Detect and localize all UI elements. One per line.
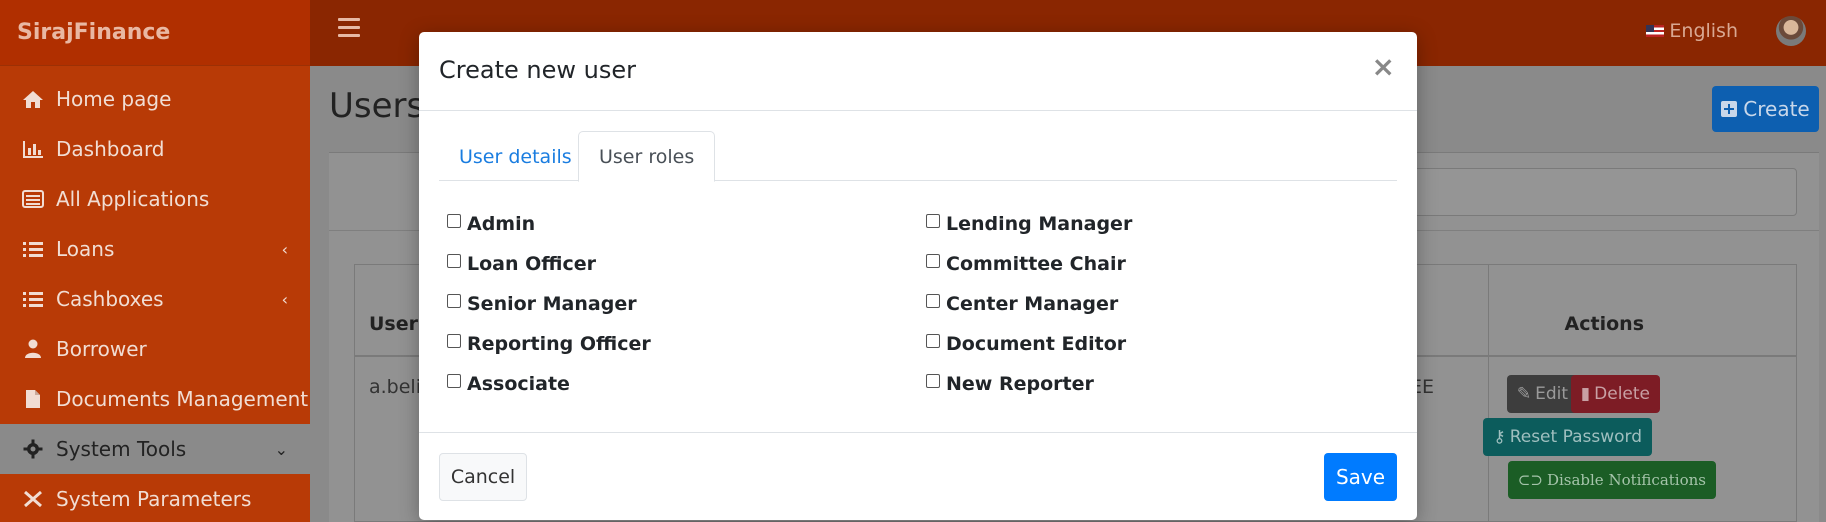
role-label: Senior Manager [467, 293, 637, 315]
edit-button[interactable]: ✎ Edit [1506, 375, 1578, 413]
role-label: Loan Officer [467, 253, 596, 275]
role-checkbox[interactable] [447, 254, 461, 268]
sidebar-item-label: All Applications [56, 187, 210, 211]
create-button[interactable]: Create [1712, 86, 1819, 132]
chevron-down-icon: ⌄ [274, 439, 288, 459]
wrench-icon [20, 488, 46, 510]
modal-tabs: User details User roles [439, 131, 1397, 182]
trash-icon: ▮ [1580, 384, 1591, 404]
role-checkbox[interactable] [926, 294, 940, 308]
role-label: Associate [467, 373, 570, 395]
sidebar-item-cashboxes[interactable]: Cashboxes ‹ [0, 274, 310, 324]
reset-password-label: Reset Password [1509, 427, 1642, 447]
column-header-actions: Actions [1564, 313, 1644, 335]
list-alt-icon [20, 188, 46, 210]
role-checkbox[interactable] [447, 374, 461, 388]
sidebar-item-label: System Tools [56, 437, 187, 461]
create-button-label: Create [1743, 97, 1810, 121]
modal-title: Create new user [439, 56, 636, 84]
chevron-left-icon: ‹ [281, 239, 288, 259]
bar-chart-icon [20, 138, 46, 160]
list-icon [20, 288, 46, 310]
modal-header: Create new user × [419, 32, 1417, 111]
edit-button-label: Edit [1535, 384, 1568, 404]
role-label: Document Editor [946, 333, 1127, 355]
sidebar-item-system-tools[interactable]: System Tools ⌄ [0, 424, 310, 474]
create-user-modal: Create new user × User details User role… [419, 32, 1417, 520]
role-label: Reporting Officer [467, 333, 651, 355]
reset-password-button[interactable]: ⚷ Reset Password [1483, 418, 1652, 456]
role-checkbox[interactable] [926, 374, 940, 388]
plus-square-icon [1721, 101, 1738, 117]
delete-button-label: Delete [1594, 384, 1650, 404]
chevron-left-icon: ‹ [281, 289, 288, 309]
sidebar-item-label: Borrower [56, 337, 147, 361]
role-reporting-officer[interactable]: Reporting Officer [447, 333, 651, 355]
role-checkbox[interactable] [926, 214, 940, 228]
cancel-button[interactable]: Cancel [439, 453, 527, 501]
role-label: Admin [467, 213, 536, 235]
close-icon[interactable]: × [1372, 50, 1395, 83]
role-label: Center Manager [946, 293, 1119, 315]
sidebar-item-label: Dashboard [56, 137, 165, 161]
role-label: Committee Chair [946, 253, 1126, 275]
tab-user-details[interactable]: User details [439, 131, 592, 182]
role-new-reporter[interactable]: New Reporter [926, 373, 1094, 395]
role-associate[interactable]: Associate [447, 373, 570, 395]
role-checkbox[interactable] [447, 334, 461, 348]
sidebar-item-loans[interactable]: Loans ‹ [0, 224, 310, 274]
sidebar-item-system-parameters[interactable]: System Parameters [0, 474, 310, 522]
role-checkbox[interactable] [926, 254, 940, 268]
role-center-manager[interactable]: Center Manager [926, 293, 1118, 315]
role-senior-manager[interactable]: Senior Manager [447, 293, 637, 315]
home-icon [20, 88, 46, 110]
key-icon: ⚷ [1493, 427, 1506, 447]
role-committee-chair[interactable]: Committee Chair [926, 253, 1126, 275]
role-checkbox[interactable] [926, 334, 940, 348]
language-selector[interactable]: English [1646, 20, 1738, 42]
us-flag-icon [1646, 25, 1665, 37]
role-checkbox[interactable] [447, 214, 461, 228]
disable-notifications-label: Disable Notifications [1546, 471, 1706, 489]
avatar[interactable] [1776, 16, 1806, 46]
sidebar-item-label: System Parameters [56, 487, 252, 511]
sidebar-item-label: Documents Management [56, 387, 309, 411]
role-document-editor[interactable]: Document Editor [926, 333, 1126, 355]
pencil-icon: ✎ [1516, 384, 1532, 404]
page-title: Users [329, 86, 425, 126]
sidebar-item-documents-management[interactable]: Documents Management [0, 374, 310, 424]
role-admin[interactable]: Admin [447, 213, 535, 235]
sidebar-item-label: Cashboxes [56, 287, 164, 311]
language-label: English [1669, 20, 1738, 42]
user-icon [20, 338, 46, 360]
disable-notifications-button[interactable]: ⊂⊃ Disable Notifications [1507, 461, 1716, 499]
role-checkbox[interactable] [447, 294, 461, 308]
brand-logo[interactable]: SirajFinance [0, 0, 310, 66]
sidebar-item-dashboard[interactable]: Dashboard [0, 124, 310, 174]
sidebar-item-home[interactable]: Home page [0, 74, 310, 124]
save-button[interactable]: Save [1324, 453, 1397, 501]
sidebar-item-label: Loans [56, 237, 115, 261]
sidebar: SirajFinance Home page Dashboard All App… [0, 0, 310, 522]
role-loan-officer[interactable]: Loan Officer [447, 253, 596, 275]
search-input[interactable] [1387, 168, 1797, 216]
column-divider [1488, 265, 1489, 521]
role-label: New Reporter [946, 373, 1094, 395]
role-lending-manager[interactable]: Lending Manager [926, 213, 1132, 235]
hamburger-menu-icon[interactable] [338, 18, 360, 38]
toggle-icon: ⊂⊃ [1517, 471, 1543, 489]
sidebar-item-all-applications[interactable]: All Applications [0, 174, 310, 224]
gear-icon [20, 438, 46, 460]
role-label: Lending Manager [946, 213, 1133, 235]
modal-footer: Cancel Save [419, 432, 1417, 520]
sidebar-item-label: Home page [56, 87, 172, 111]
list-icon [20, 238, 46, 260]
delete-button[interactable]: ▮ Delete [1570, 375, 1660, 413]
sidebar-item-borrower[interactable]: Borrower [0, 324, 310, 374]
file-icon [20, 388, 46, 410]
tab-user-roles[interactable]: User roles [578, 131, 716, 182]
